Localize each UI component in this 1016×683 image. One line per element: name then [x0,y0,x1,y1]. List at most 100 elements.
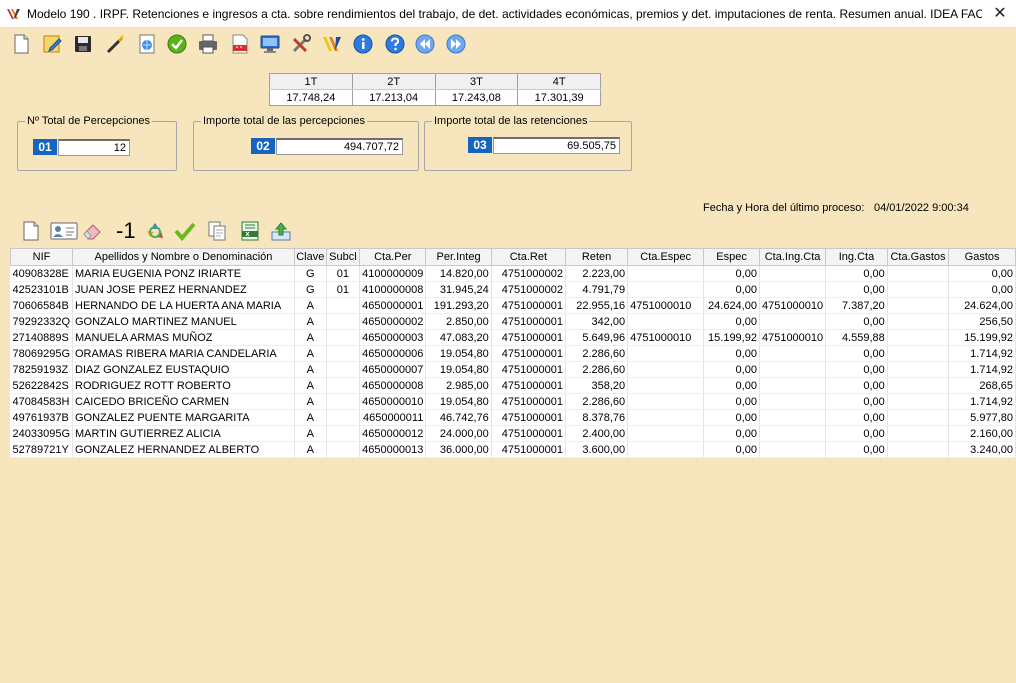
next-icon[interactable] [445,33,467,55]
table-cell[interactable]: 4650000010 [359,393,427,410]
table-cell[interactable]: 24.624,00 [948,297,1016,314]
table-cell[interactable]: 36.000,00 [425,441,492,458]
table-cell[interactable]: 5.977,80 [948,409,1016,426]
retentions-amount-field[interactable]: 69.505,75 [493,137,620,154]
table-cell[interactable]: 4650000001 [359,297,427,314]
table-cell[interactable]: 7.387,20 [825,297,888,314]
table-cell[interactable]: 0,00 [825,313,888,330]
table-cell[interactable]: 4751000001 [491,313,566,330]
table-cell[interactable]: 2.160,00 [948,425,1016,442]
table-row[interactable]: 52622842S RODRIGUEZ ROTT ROBERTO A 46500000… [10,377,1016,394]
table-cell[interactable]: 0,00 [703,361,760,378]
table-cell[interactable]: 78259193Z [10,361,73,378]
table-cell[interactable] [887,297,950,314]
table-cell[interactable]: 0,00 [948,265,1016,282]
table-cell[interactable]: 15.199,92 [948,329,1016,346]
table-cell[interactable]: A [294,329,327,346]
table-cell[interactable]: 0,00 [948,281,1016,298]
table-cell[interactable]: A [294,409,327,426]
table-cell[interactable]: A [294,377,327,394]
table-cell[interactable]: 4751000001 [491,409,566,426]
tax-agency-icon[interactable] [321,33,343,55]
table-cell[interactable]: 19.054,80 [425,393,492,410]
table-cell[interactable]: 268,65 [948,377,1016,394]
table-cell[interactable]: 4650000013 [359,441,427,458]
table-cell[interactable] [887,313,950,330]
column-header[interactable]: Clave [293,248,327,266]
table-cell[interactable]: 49761937B [10,409,73,426]
table-cell[interactable]: G [294,281,327,298]
table-row[interactable]: 42523101B JUAN JOSE PEREZ HERNANDEZ G 01 410… [10,281,1016,298]
pdf-icon[interactable] [229,33,251,55]
copy-icon[interactable] [206,220,228,242]
table-cell[interactable] [887,361,950,378]
table-cell[interactable]: 24.624,00 [703,297,760,314]
table-cell[interactable]: 4650000012 [359,425,427,442]
table-cell[interactable]: 8.378,76 [565,409,629,426]
table-cell[interactable]: 0,00 [825,441,888,458]
table-cell[interactable]: 4751000001 [491,425,566,442]
help-icon[interactable] [384,33,406,55]
perceptions-amount-field[interactable]: 494.707,72 [276,138,403,155]
column-header[interactable]: Cta.Gastos [886,248,950,266]
table-cell[interactable]: 79292332Q [10,313,73,330]
table-cell[interactable] [759,441,827,458]
accept-check-icon[interactable] [174,220,196,242]
table-cell[interactable]: 47084583H [10,393,73,410]
table-cell[interactable]: 19.054,80 [425,345,492,362]
print-icon[interactable] [197,33,219,55]
table-cell[interactable]: 14.820,00 [425,265,492,282]
save-disk-icon[interactable] [72,33,94,55]
table-cell[interactable]: 0,00 [825,393,888,410]
table-cell[interactable]: JUAN JOSE PEREZ HERNANDEZ [72,281,295,298]
table-cell[interactable]: 2.223,00 [565,265,629,282]
table-cell[interactable]: 19.054,80 [425,361,492,378]
table-cell[interactable]: 2.985,00 [425,377,492,394]
table-cell[interactable]: 4751000002 [491,281,566,298]
table-cell[interactable]: 42523101B [10,281,73,298]
previous-icon[interactable] [414,33,436,55]
table-cell[interactable]: 4751000010 [759,297,827,314]
table-cell[interactable]: GONZALO MARTINEZ MANUEL [72,313,295,330]
table-cell[interactable] [326,425,361,442]
table-cell[interactable]: 31.945,24 [425,281,492,298]
table-cell[interactable]: 0,00 [825,265,888,282]
table-cell[interactable] [887,281,950,298]
table-cell[interactable]: 78069295G [10,345,73,362]
table-cell[interactable]: MARIA EUGENIA PONZ IRIARTE [72,265,295,282]
column-header[interactable]: Cta.Espec [627,248,705,266]
close-button[interactable]: ✕ [990,4,1010,24]
table-cell[interactable]: A [294,393,327,410]
table-cell[interactable] [627,377,705,394]
table-cell[interactable] [326,393,361,410]
table-cell[interactable]: A [294,313,327,330]
table-row[interactable]: 79292332Q GONZALO MARTINEZ MANUEL A 4650000… [10,313,1016,330]
tools-icon[interactable] [290,33,312,55]
validate-check-icon[interactable] [166,33,188,55]
table-cell[interactable]: 22.955,16 [565,297,629,314]
table-cell[interactable]: GONZALEZ PUENTE MARGARITA [72,409,295,426]
table-cell[interactable]: 0,00 [703,281,760,298]
table-cell[interactable]: 4751000001 [491,361,566,378]
table-cell[interactable]: 4650000007 [359,361,427,378]
table-cell[interactable] [627,425,705,442]
table-cell[interactable]: 0,00 [703,345,760,362]
table-cell[interactable]: GONZALEZ HERNANDEZ ALBERTO [72,441,295,458]
table-cell[interactable] [627,281,705,298]
column-header[interactable]: Ing.Cta [825,248,888,266]
table-cell[interactable]: A [294,425,327,442]
table-cell[interactable]: 52789721Y [10,441,73,458]
table-cell[interactable]: 5.649,96 [565,329,629,346]
table-cell[interactable]: 1.714,92 [948,345,1016,362]
table-cell[interactable]: 256,50 [948,313,1016,330]
table-cell[interactable]: 2.286,60 [565,345,629,362]
new-record-icon[interactable] [20,220,42,242]
table-cell[interactable]: 3.600,00 [565,441,629,458]
table-cell[interactable]: 4751000010 [759,329,827,346]
table-cell[interactable]: 01 [326,265,361,282]
table-cell[interactable]: 01 [326,281,361,298]
column-header[interactable]: Gastos [948,248,1016,266]
table-cell[interactable]: 0,00 [703,425,760,442]
table-cell[interactable] [887,329,950,346]
table-cell[interactable]: 1.714,92 [948,361,1016,378]
